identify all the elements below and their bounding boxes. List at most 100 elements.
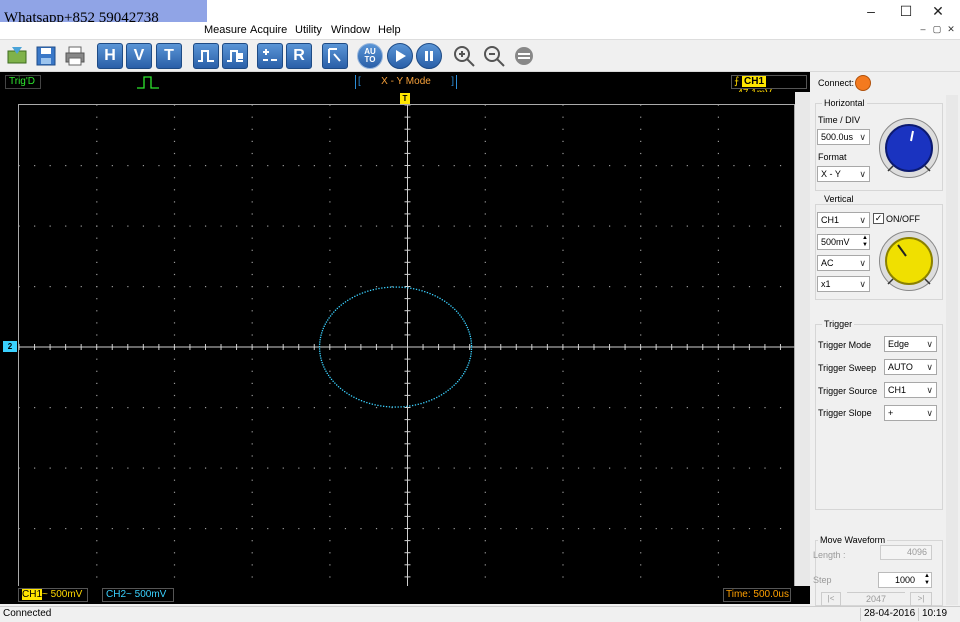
menu-acquire[interactable]: Acquire <box>250 24 287 38</box>
time-div-knob[interactable] <box>879 118 939 178</box>
step-spinner[interactable]: 1000 ▲ ▼ <box>878 572 932 588</box>
run-icon[interactable] <box>387 43 413 69</box>
grid-dot <box>96 298 98 300</box>
trigger-mode-dropdown[interactable]: Edge <box>884 336 937 352</box>
grid-dot <box>251 128 253 130</box>
zoom-out-icon[interactable] <box>481 43 507 69</box>
move-next-button[interactable]: >| <box>910 592 932 606</box>
volts-div-spinner[interactable]: 500mV ▲ ▼ <box>817 234 870 250</box>
xy-trace-point <box>417 403 419 405</box>
grid-dot <box>717 407 719 409</box>
grid-dot <box>640 431 642 433</box>
xy-trace-point <box>443 392 445 395</box>
coupling-dropdown[interactable]: AC <box>817 255 870 271</box>
trigger-title: Trigger <box>822 319 855 329</box>
grid-dot <box>640 443 642 445</box>
maximize-button[interactable]: ☐ <box>891 0 921 22</box>
grid-dot <box>624 165 626 167</box>
grid-dot <box>329 419 331 421</box>
minimize-button[interactable]: – <box>856 0 886 22</box>
grid-dot <box>484 407 486 409</box>
xy-trace-point <box>351 297 354 299</box>
grid-dot <box>49 467 51 469</box>
xy-trace-point <box>468 362 470 364</box>
probe-dropdown[interactable]: x1 <box>817 276 870 292</box>
format-dropdown[interactable]: X - Y <box>817 166 870 182</box>
grid-dot <box>640 128 642 130</box>
grid-dot <box>717 261 719 263</box>
grid-dot <box>267 407 269 409</box>
grid-dot <box>251 431 253 433</box>
scope-scrollbar[interactable] <box>795 92 810 604</box>
auto-button[interactable]: AU TO <box>357 43 383 69</box>
grid-dot <box>484 213 486 215</box>
grid-dot <box>609 467 611 469</box>
xy-trace-point <box>469 335 471 338</box>
volts-div-knob[interactable] <box>879 231 939 291</box>
onoff-checkbox[interactable]: ✓ <box>873 213 884 224</box>
time-div-dropdown[interactable]: 500.0us <box>817 129 870 145</box>
grid-dot <box>251 273 253 276</box>
xy-trace-point <box>455 310 458 312</box>
mdi-close-button[interactable]: ✕ <box>944 24 958 38</box>
open-icon[interactable] <box>4 43 30 69</box>
grid-dot <box>391 165 393 167</box>
reset-icon[interactable] <box>511 43 537 69</box>
grid-dot <box>484 152 486 155</box>
math-icon[interactable] <box>257 43 283 69</box>
grid-dot <box>34 286 36 288</box>
xy-trace-point <box>438 395 440 397</box>
grid-dot <box>640 237 642 239</box>
grid-dot <box>640 455 642 457</box>
pause-icon[interactable] <box>416 43 442 69</box>
menu-measure[interactable]: Measure <box>204 24 247 38</box>
waveform-display[interactable] <box>18 104 797 589</box>
grid-dot <box>375 407 378 409</box>
grid-dot <box>329 177 331 179</box>
xy-trace-point <box>386 286 389 289</box>
grid-dot <box>96 467 98 469</box>
grid-dot <box>640 419 642 421</box>
menu-window[interactable]: Window <box>331 24 370 38</box>
grid-dot <box>96 249 98 251</box>
vertical-channel-dropdown[interactable]: CH1 <box>817 212 870 228</box>
print-icon[interactable] <box>62 43 88 69</box>
menu-utility[interactable]: Utility <box>295 24 322 38</box>
trigger-sweep-dropdown[interactable]: AUTO <box>884 359 937 375</box>
trigger-source-dropdown[interactable]: CH1 <box>884 382 937 398</box>
mdi-minimize-button[interactable]: – <box>916 24 930 38</box>
square-wave-icon[interactable] <box>193 43 219 69</box>
grid-dot <box>562 515 564 518</box>
trigger-position-marker[interactable]: T <box>400 93 410 104</box>
menu-help[interactable]: Help <box>378 24 401 38</box>
grid-dot <box>764 286 766 288</box>
trigger-slope-dropdown[interactable]: + <box>884 405 937 421</box>
grid-dot <box>329 370 331 372</box>
grid-dot <box>173 104 176 106</box>
grid-dot <box>18 225 20 227</box>
channel-wave-icon[interactable] <box>222 43 248 69</box>
length-field: 4096 <box>880 545 932 560</box>
grid-dot <box>96 443 98 445</box>
grid-dot <box>313 528 315 530</box>
panel-scrollbar[interactable] <box>946 95 958 605</box>
grid-dot <box>251 394 253 397</box>
vertical-button[interactable]: V <box>126 43 152 69</box>
grid-dot <box>515 528 517 530</box>
cursor-icon[interactable] <box>322 43 348 69</box>
grid-dot <box>640 177 642 179</box>
xy-trace-point <box>331 313 333 315</box>
save-icon[interactable] <box>33 43 59 69</box>
close-button[interactable]: ✕ <box>923 0 953 22</box>
horizontal-button[interactable]: H <box>97 43 123 69</box>
grid-dot <box>34 165 36 167</box>
reference-button[interactable]: R <box>286 43 312 69</box>
grid-dot <box>484 237 486 239</box>
grid-dot <box>748 225 751 227</box>
trigger-button[interactable]: T <box>156 43 182 69</box>
ch2-level-marker[interactable]: 2 <box>3 341 17 352</box>
move-prev-button[interactable]: |< <box>821 592 841 606</box>
xy-trace-point <box>324 368 326 370</box>
zoom-in-icon[interactable] <box>451 43 477 69</box>
mdi-restore-button[interactable]: ▢ <box>930 24 944 38</box>
